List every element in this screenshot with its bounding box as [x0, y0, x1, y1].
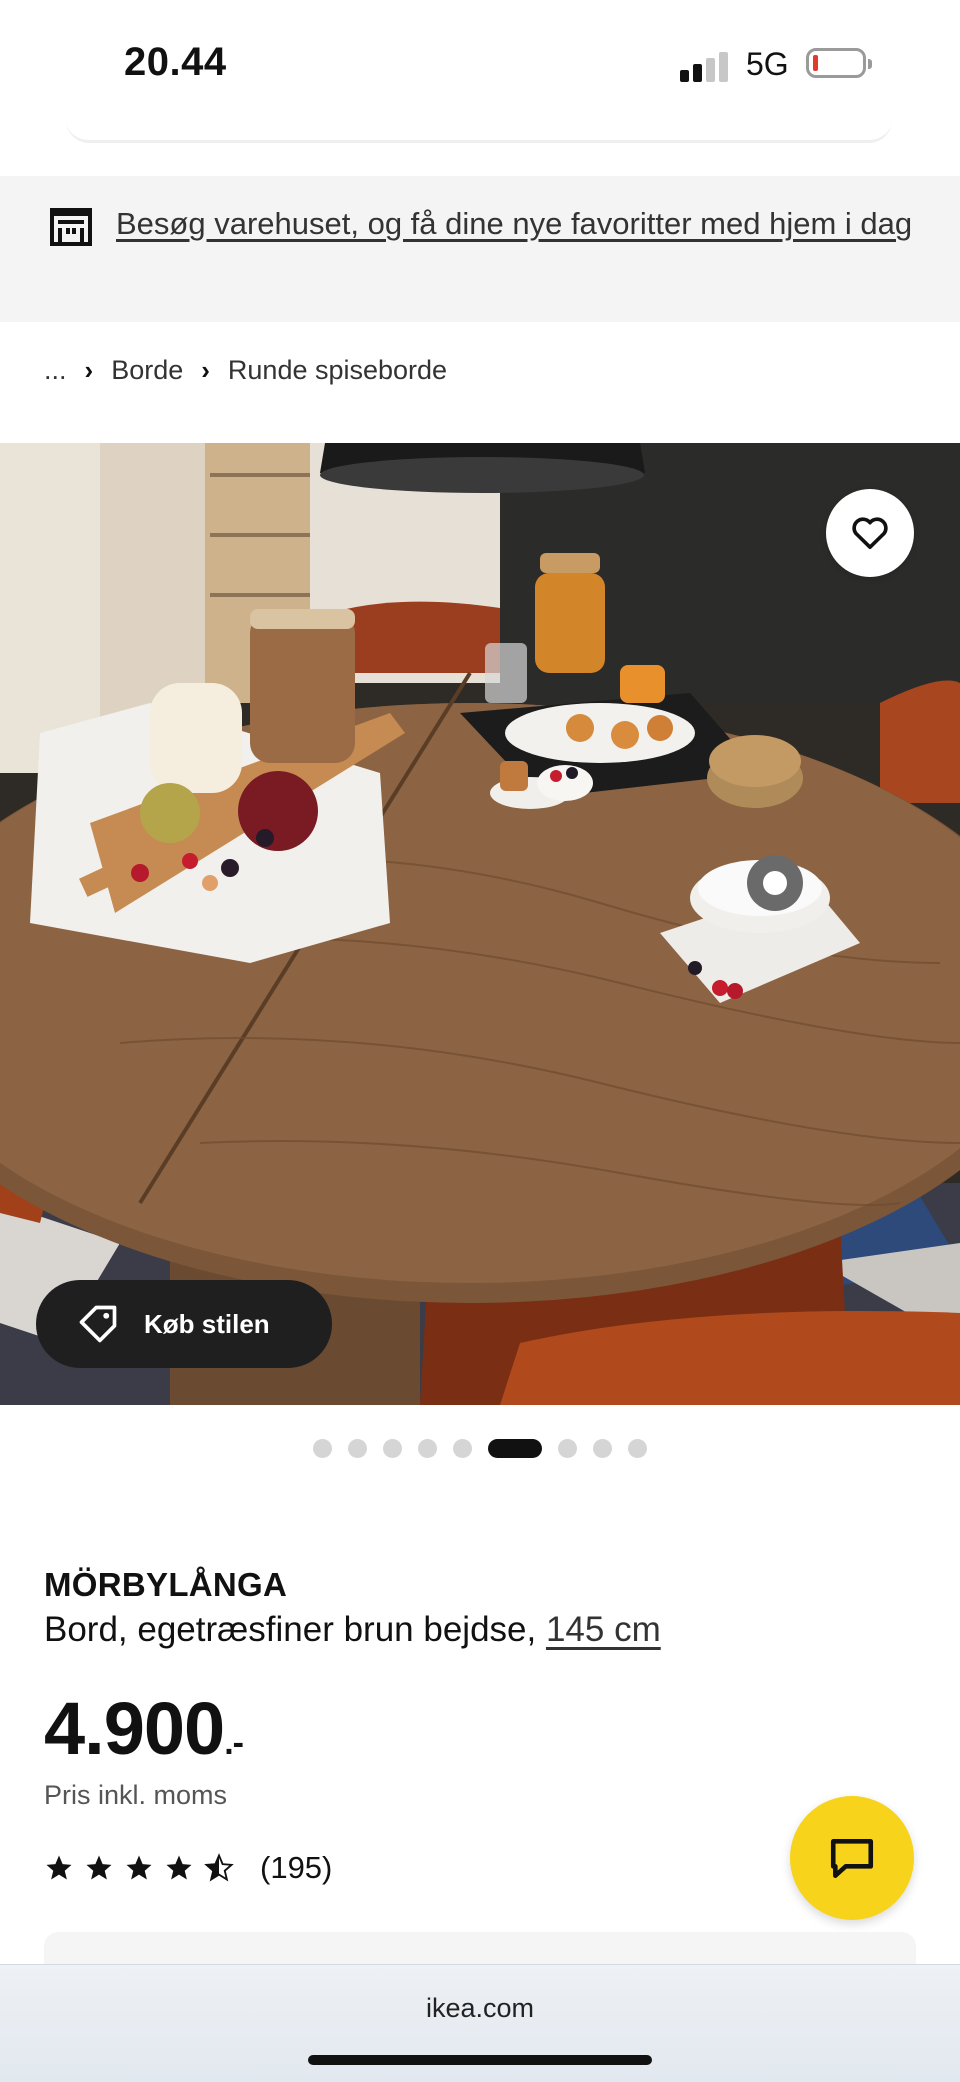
signal-icon	[680, 52, 732, 82]
pagination-dot[interactable]	[628, 1438, 647, 1458]
product-description-text: Bord, egetræsfiner brun bejdse,	[44, 1610, 537, 1649]
home-indicator	[308, 2055, 652, 2065]
size-link[interactable]: 145 cm	[546, 1610, 661, 1649]
rating[interactable]: (195)	[44, 1850, 332, 1886]
store-icon	[50, 208, 92, 246]
product-description: Bord, egetræsfiner brun bejdse, 145 cm	[44, 1610, 661, 1650]
star-icon	[86, 1855, 112, 1880]
browser-bar: ikea.com	[0, 1964, 960, 2082]
pagination-dot[interactable]	[418, 1438, 437, 1458]
battery-icon	[806, 48, 872, 78]
star-icon	[126, 1855, 152, 1880]
product-name: MÖRBYLÅNGA	[44, 1566, 288, 1603]
review-count: (195)	[260, 1850, 333, 1885]
pagination-dot[interactable]	[383, 1438, 402, 1458]
pagination-dot[interactable]	[558, 1438, 577, 1458]
tag-icon	[79, 1305, 117, 1343]
shop-the-look-label: Køb stilen	[144, 1308, 270, 1339]
chat-bubble-icon	[830, 1839, 874, 1878]
breadcrumb-item-borde[interactable]: Borde	[111, 355, 183, 386]
star-half-icon	[204, 1853, 234, 1882]
status-bar: 20.44 5G	[0, 0, 960, 143]
price-suffix: .-	[224, 1724, 244, 1762]
chevron-right-icon: ›	[84, 354, 94, 385]
chevron-right-icon: ›	[201, 354, 210, 385]
breadcrumb-item-runde-spiseborde[interactable]: Runde spiseborde	[228, 355, 447, 386]
pagination-dot-active[interactable]	[488, 1438, 542, 1458]
favorite-button[interactable]	[826, 489, 914, 577]
url-label[interactable]: ikea.com	[0, 1993, 960, 2024]
store-banner: Besøg varehuset, og få dine nye favoritt…	[0, 176, 960, 322]
pagination-dot[interactable]	[593, 1438, 612, 1458]
heart-icon	[852, 517, 888, 549]
status-time: 20.44	[124, 40, 227, 84]
star-icon	[166, 1855, 192, 1880]
image-pagination	[0, 1437, 960, 1459]
visit-store-link[interactable]: Besøg varehuset, og få dine nye favoritt…	[116, 200, 916, 247]
price-note: Pris inkl. moms	[44, 1780, 228, 1810]
price-value: 4.900	[44, 1687, 225, 1770]
network-label: 5G	[746, 46, 789, 82]
breadcrumb-ellipsis[interactable]: ...	[44, 355, 67, 386]
pagination-dot[interactable]	[453, 1438, 472, 1458]
chat-button[interactable]	[790, 1796, 914, 1920]
product-image[interactable]	[0, 443, 960, 1405]
pagination-dot[interactable]	[313, 1438, 332, 1458]
star-icon	[46, 1855, 72, 1880]
product-price: 4.900.-	[44, 1686, 244, 1771]
pagination-dot[interactable]	[348, 1438, 367, 1458]
breadcrumb: ... › Borde › Runde spiseborde	[44, 350, 447, 390]
header-edge	[66, 120, 892, 143]
shop-the-look-button[interactable]: Køb stilen	[36, 1280, 332, 1368]
